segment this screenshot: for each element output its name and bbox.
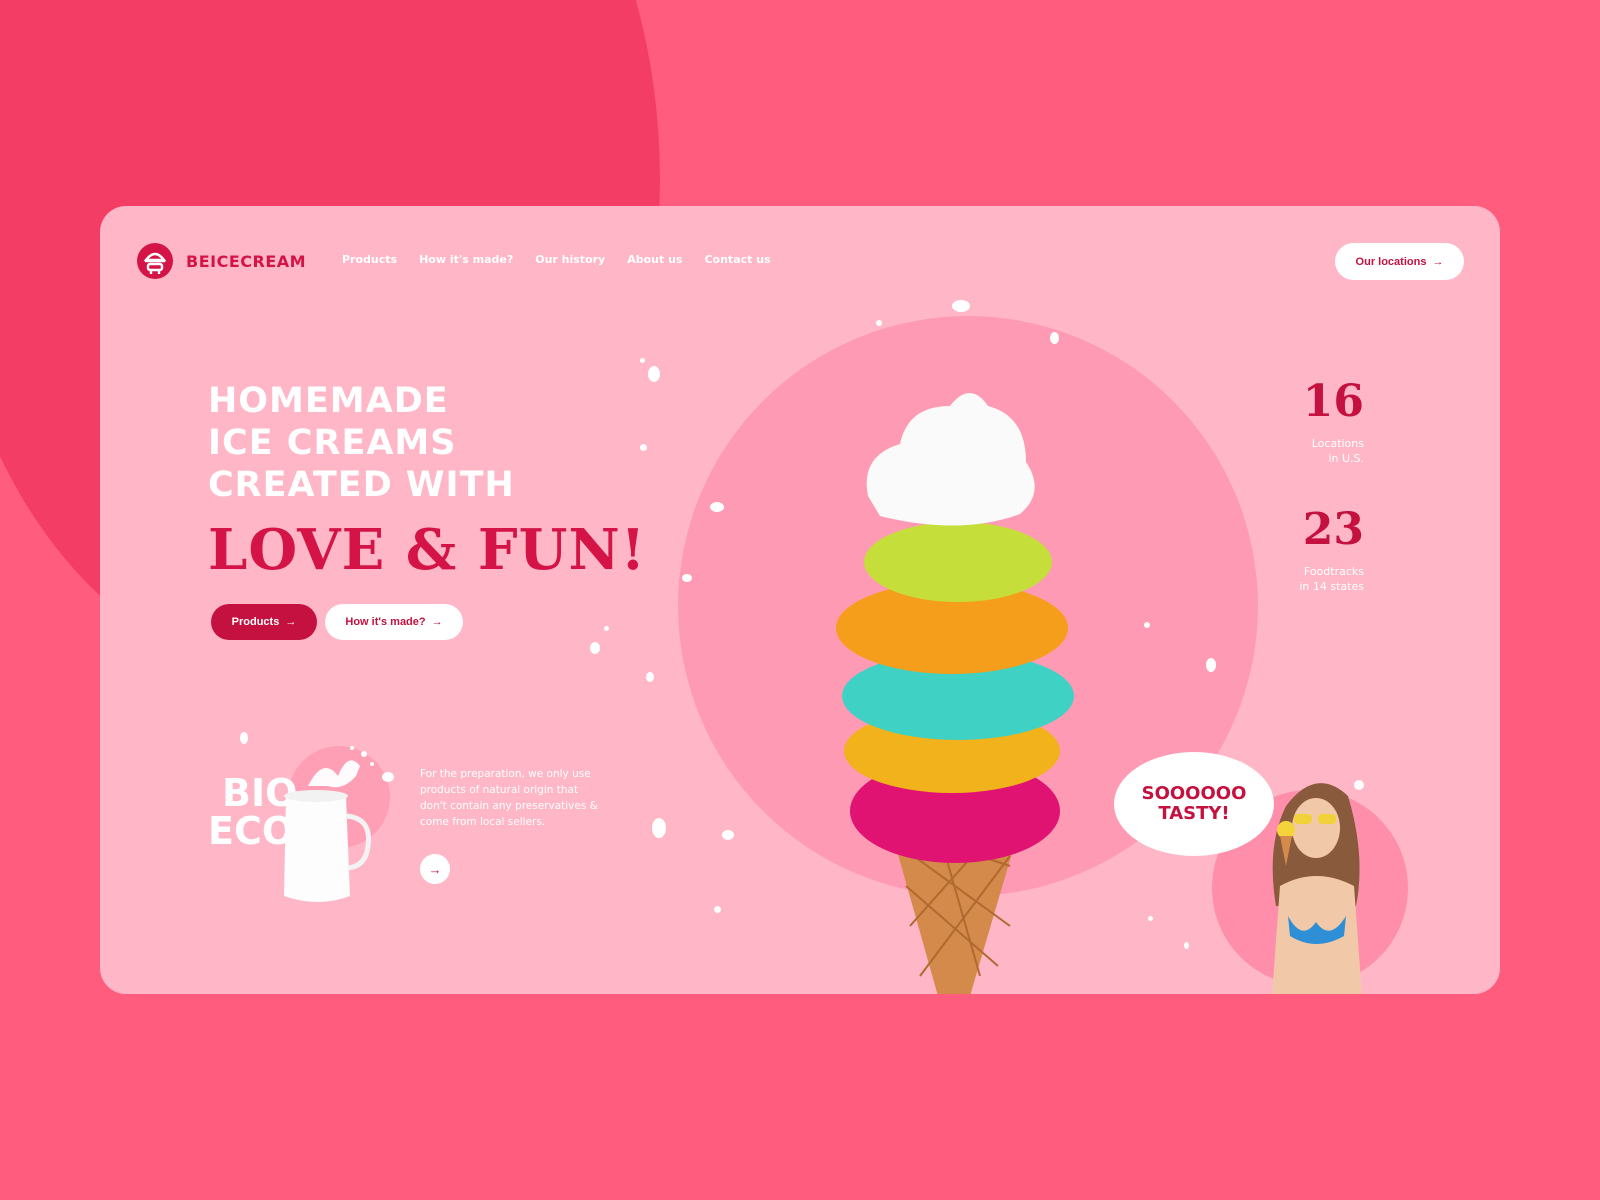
decor-dot — [1206, 658, 1216, 672]
nav-our-history[interactable]: Our history — [535, 253, 605, 266]
tasty-line-1: SOOOOOO — [1141, 783, 1247, 804]
stat-number: 16 — [1302, 376, 1364, 427]
decor-dot — [652, 818, 666, 838]
decor-dot — [590, 642, 600, 654]
decor-dot — [722, 830, 734, 840]
stat-label-line2: in 14 states — [1299, 580, 1364, 593]
decor-dot — [1148, 916, 1153, 921]
main-nav: Products How it's made? Our history Abou… — [342, 253, 771, 266]
brand-logo[interactable]: BEICECREAM — [136, 242, 306, 280]
nav-how-its-made[interactable]: How it's made? — [419, 253, 513, 266]
products-button[interactable]: Products → — [211, 604, 317, 640]
how-its-made-button-label: How it's made? — [345, 616, 426, 628]
stat-label-line1: Foodtracks — [1303, 565, 1364, 578]
decor-dot — [640, 444, 647, 451]
arrow-right-icon: → — [428, 861, 442, 877]
bio-more-button[interactable]: → — [420, 854, 450, 884]
stat-number: 23 — [1302, 504, 1364, 555]
hero-line-1: HOMEMADE — [208, 381, 449, 421]
decor-dot — [646, 672, 654, 682]
bio-description: For the preparation, we only use product… — [420, 768, 598, 828]
brand-name: BEICECREAM — [186, 251, 307, 271]
tasty-speech-bubble: SOOOOOO TASTY! — [1114, 752, 1274, 856]
decor-dot — [648, 366, 660, 382]
milk-jug-image — [284, 746, 374, 902]
stat-foodtracks: 23 Foodtracks in 14 states — [1244, 500, 1372, 594]
stat-locations: 16 Locations in U.S. — [1244, 372, 1372, 466]
decor-dot — [710, 502, 724, 512]
decor-dot — [876, 320, 882, 326]
decor-dot — [682, 574, 692, 582]
decor-dot — [714, 906, 721, 913]
arrow-right-icon: → — [1432, 255, 1444, 268]
decor-dot — [1184, 942, 1189, 949]
stat-label-line1: Locations — [1311, 437, 1364, 450]
arrow-right-icon: → — [431, 616, 443, 628]
decor-dot — [604, 626, 609, 631]
decor-dot — [1144, 622, 1150, 628]
hero-line-2: ICE CREAMS — [208, 423, 457, 463]
decor-dot — [1050, 332, 1059, 344]
landing-card: BEICECREAM Products How it's made? Our h… — [100, 206, 1500, 994]
ice-cream-cone-image — [836, 393, 1074, 994]
decor-dot — [952, 300, 970, 312]
decor-dot — [240, 732, 248, 744]
how-its-made-button[interactable]: How it's made? → — [325, 604, 463, 640]
stat-label: Locations in U.S. — [1244, 436, 1364, 466]
arrow-right-icon: → — [285, 616, 297, 628]
tasty-line-2: TASTY! — [1158, 803, 1230, 824]
nav-contact-us[interactable]: Contact us — [704, 253, 770, 266]
hero-buttons: Products → How it's made? → — [211, 604, 463, 640]
decor-dot — [382, 772, 394, 782]
hero-highlight: LOVE & FUN! — [208, 517, 647, 583]
our-locations-label: Our locations — [1355, 255, 1427, 268]
bio-eco-block: BIO ECO — [208, 746, 390, 926]
ice-cream-logo-icon — [137, 243, 173, 279]
decor-dot — [1354, 780, 1364, 790]
hero-line-3: CREATED WITH — [208, 465, 515, 505]
nav-about-us[interactable]: About us — [627, 253, 682, 266]
speech-bubble-tail — [1234, 818, 1256, 840]
stat-label: Foodtracks in 14 states — [1244, 564, 1364, 594]
stat-label-line2: in U.S. — [1328, 452, 1364, 465]
our-locations-button[interactable]: Our locations → — [1335, 243, 1464, 280]
products-button-label: Products — [231, 616, 280, 628]
hero-heading: HOMEMADE ICE CREAMS CREATED WITH — [208, 380, 515, 506]
decor-dot — [640, 358, 645, 363]
nav-products[interactable]: Products — [342, 253, 397, 266]
